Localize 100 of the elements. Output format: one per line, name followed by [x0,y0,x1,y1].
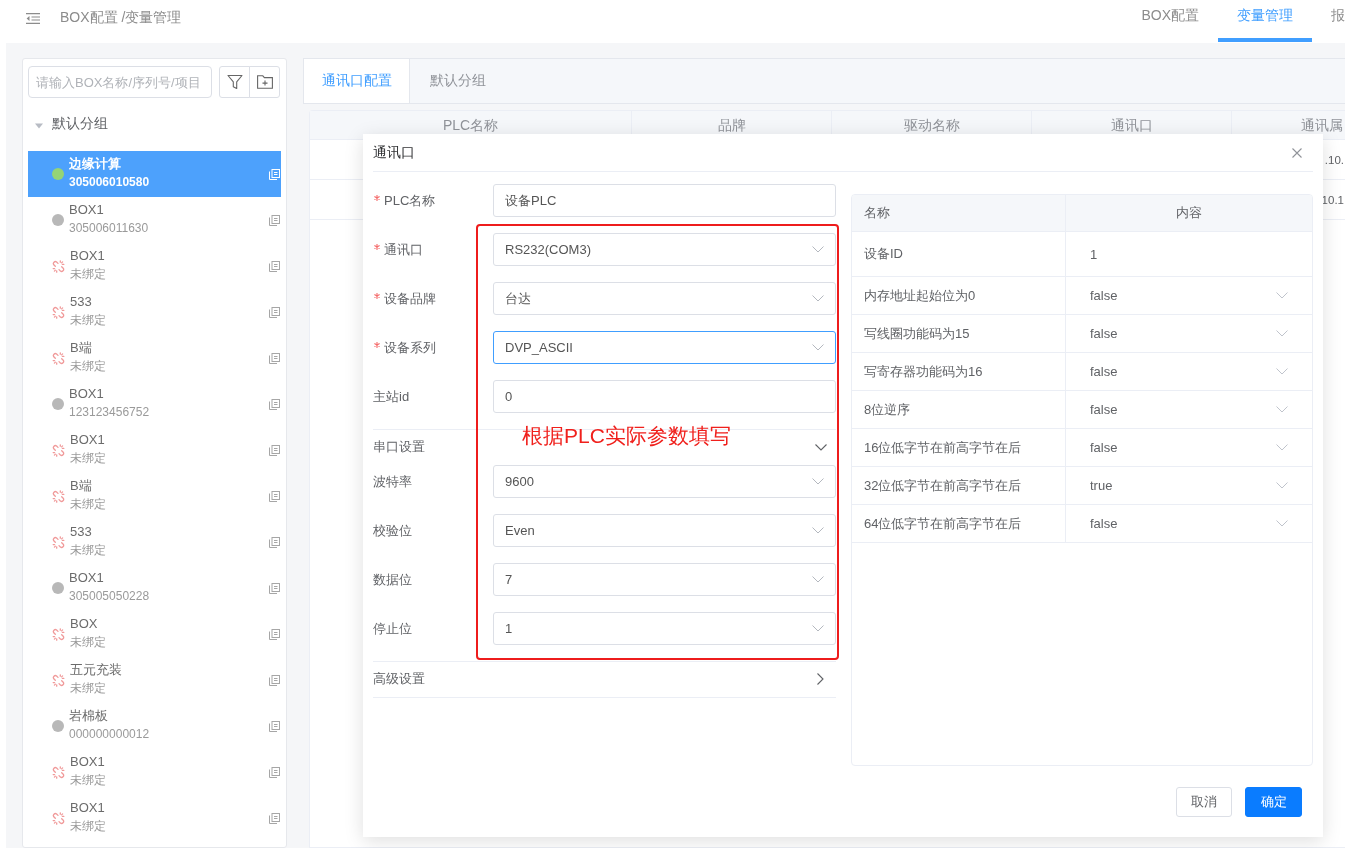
dialog-title: 通讯口 [373,143,415,162]
broken-link-icon [52,443,65,457]
device-serial: 305005050228 [69,587,151,605]
device-list-item[interactable]: 岩棉板 000000000012 [28,703,281,749]
filter-button[interactable] [219,66,250,98]
dropdown-field[interactable]: Even [493,514,836,547]
copy-icon[interactable] [269,628,280,640]
table-cell: 64位低字节在前高字节在后 [864,514,1022,533]
close-button[interactable] [1292,147,1302,158]
chevron-down-icon [1276,330,1288,337]
device-list-item[interactable]: BOX1 123123456752 [28,381,281,427]
search-field[interactable]: 请输入BOX名称/序列号/项目 [28,66,212,98]
device-list-item[interactable]: BOX1 未绑定 [28,749,281,795]
device-serial: 123123456752 [69,403,151,421]
value-select[interactable]: false [1066,356,1312,387]
annotation-text: 根据PLC实际参数填写 [522,423,731,449]
device-serial: 未绑定 [70,541,107,559]
field-label: 校验位 [373,521,412,540]
device-list-item[interactable]: BOX1 未绑定 [28,427,281,473]
device-serial: 未绑定 [70,311,107,329]
broken-link-icon [52,259,65,273]
device-list-item[interactable]: B端 未绑定 [28,473,281,519]
nav-tab[interactable]: 报 [1312,0,1345,42]
copy-icon[interactable] [269,398,280,410]
device-list-item[interactable]: BOX1 未绑定 [28,243,281,289]
menu-fold-icon[interactable] [26,12,40,24]
field-label: 设备系列 [384,338,436,357]
copy-icon[interactable] [269,582,280,594]
copy-icon[interactable] [269,168,280,180]
device-list-item[interactable]: 533 未绑定 [28,519,281,565]
device-list-item[interactable]: BOX1 305005050228 [28,565,281,611]
device-list-item[interactable]: BOX1 未绑定 [28,795,281,841]
confirm-button[interactable]: 确定 [1245,787,1302,817]
field-label: 波特率 [373,472,412,491]
copy-icon[interactable] [269,536,280,548]
device-serial: 305006010580 [69,173,151,191]
copy-icon[interactable] [269,306,280,318]
device-serial: 未绑定 [70,679,107,697]
value-select[interactable]: false [1066,394,1312,425]
device-list-item[interactable]: BOX 未绑定 [28,611,281,657]
value-select[interactable]: false [1066,280,1312,311]
copy-icon[interactable] [269,260,280,272]
device-name: BOX [70,614,99,633]
column-header: 内容 [1066,195,1312,231]
device-list-item[interactable]: 533 未绑定 [28,289,281,335]
broken-link-icon [52,305,65,319]
value-select[interactable]: true [1066,470,1312,501]
device-list-item[interactable]: BOX1 305006011630 [28,197,281,243]
field-label: 通讯口 [384,240,423,259]
copy-icon[interactable] [269,490,280,502]
broken-link-icon [52,765,65,779]
dropdown-field[interactable]: RS232(COM3) [493,233,836,266]
cancel-button[interactable]: 取消 [1176,787,1232,817]
copy-icon[interactable] [269,674,280,686]
tree-group-toggle[interactable]: 默认分组 [28,106,108,142]
chevron-down-icon[interactable] [815,443,827,451]
chevron-right-icon[interactable] [817,673,824,685]
section-title[interactable]: 高级设置 [373,670,425,688]
copy-icon[interactable] [269,766,280,778]
device-serial: 未绑定 [70,633,107,651]
field-label: 主站id [373,387,410,406]
field-label: 数据位 [373,570,412,589]
text-field[interactable]: 0 [493,380,836,413]
broken-link-icon [52,673,65,687]
dropdown-field[interactable]: DVP_ASCII [493,331,836,364]
device-serial: 000000000012 [69,725,151,743]
chevron-down-icon [812,576,824,583]
chevron-down-icon [812,478,824,485]
chevron-down-icon [1276,406,1288,413]
device-serial: 未绑定 [70,265,107,283]
value-select[interactable]: false [1066,318,1312,349]
dropdown-field[interactable]: 9600 [493,465,836,498]
section-title[interactable]: 串口设置 [373,438,425,456]
dropdown-field[interactable]: 7 [493,563,836,596]
device-list-item[interactable]: B端 未绑定 [28,335,281,381]
table-cell: 10.1 [1321,194,1344,206]
copy-icon[interactable] [269,214,280,226]
dropdown-field[interactable]: 1 [493,612,836,645]
column-header: 名称 [852,195,1066,231]
dropdown-field[interactable]: 台达 [493,282,836,315]
chevron-down-icon [1276,292,1288,299]
device-name: 五元充装 [70,660,123,679]
value-select[interactable]: false [1066,508,1312,539]
table-cell: 32位低字节在前高字节在后 [864,476,1022,495]
nav-tab[interactable]: BOX配置 [1122,0,1218,42]
copy-icon[interactable] [269,444,280,456]
device-list-item[interactable]: 五元充装 未绑定 [28,657,281,703]
copy-icon[interactable] [269,352,280,364]
chevron-down-icon [812,295,824,302]
broken-link-icon [52,535,65,549]
copy-icon[interactable] [269,812,280,824]
device-name: BOX1 [69,568,105,587]
device-serial: 未绑定 [70,357,107,375]
text-field[interactable]: 设备PLC [493,184,836,217]
folder-plus-icon [256,75,273,89]
device-name: BOX1 [69,200,105,219]
add-folder-button[interactable] [249,66,280,98]
value-select[interactable]: false [1066,432,1312,463]
chevron-down-icon [1276,444,1288,451]
copy-icon[interactable] [269,720,280,732]
